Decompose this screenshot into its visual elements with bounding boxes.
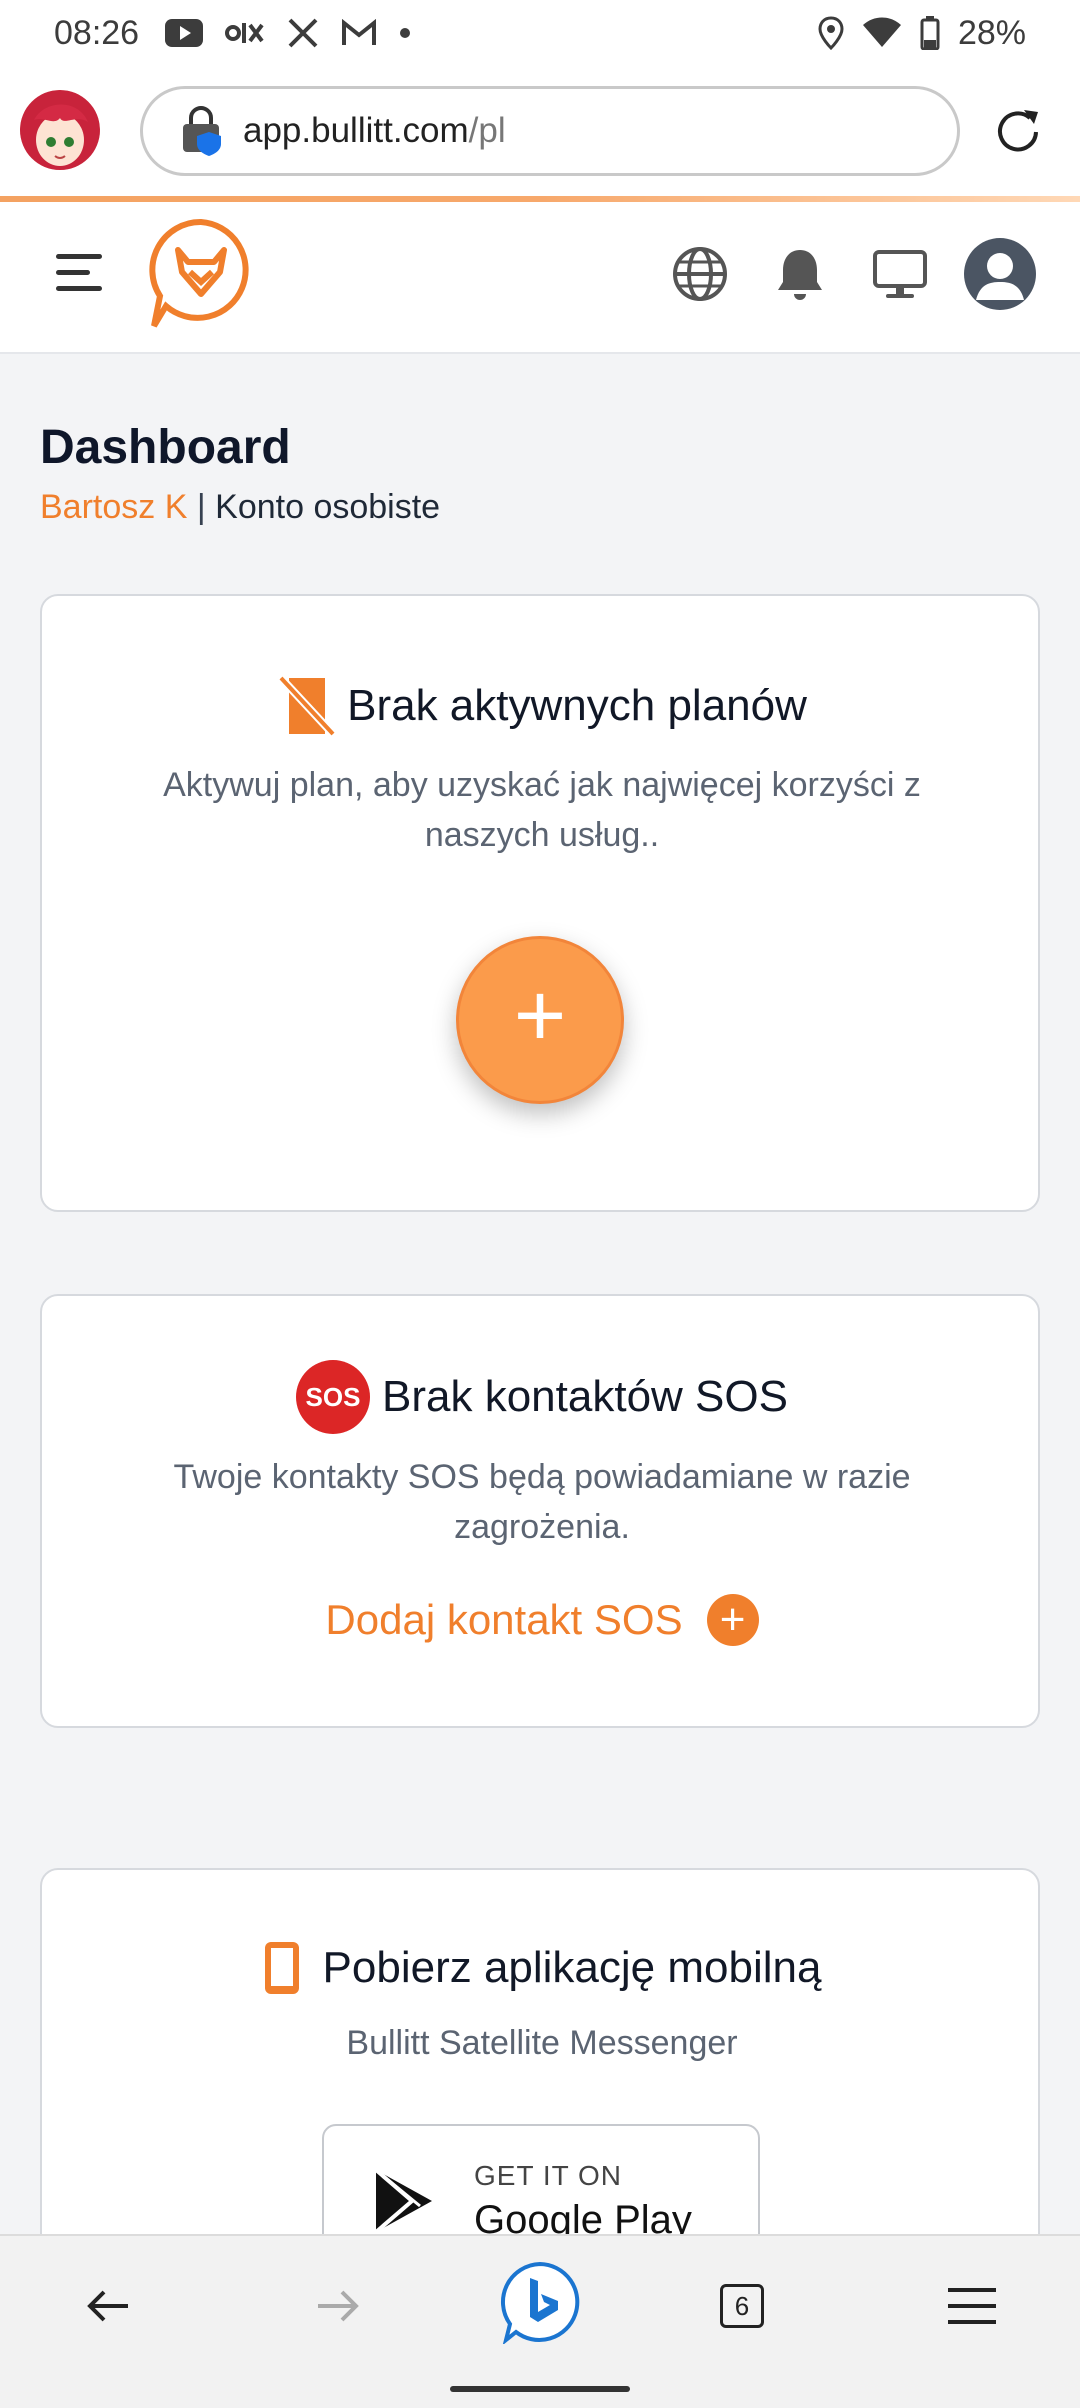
subtitle-separator: | xyxy=(196,488,206,526)
google-play-store-name: Google Play xyxy=(474,2198,692,2234)
browser-toolbar: app.bullitt.com/pl xyxy=(0,66,1080,198)
status-bar: 08:26 28% xyxy=(0,0,1080,66)
user-name[interactable]: Bartosz K xyxy=(40,488,187,526)
bullitt-logo[interactable] xyxy=(146,216,256,332)
tabs-button[interactable]: 6 xyxy=(702,2266,782,2346)
google-play-icon xyxy=(372,2166,436,2234)
add-sos-contact-label: Dodaj kontakt SOS xyxy=(325,1596,683,1643)
plans-card-title: Brak aktywnych planów xyxy=(347,681,807,730)
page-title: Dashboard xyxy=(40,421,291,474)
app-card-subtitle: Bullitt Satellite Messenger xyxy=(346,2024,738,2062)
notification-icons xyxy=(165,17,411,49)
bell-icon[interactable] xyxy=(770,244,830,304)
url-host: app.bullitt.com xyxy=(243,111,469,150)
google-play-button[interactable]: GET IT ON Google Play xyxy=(322,2124,760,2234)
olx-icon xyxy=(225,19,265,47)
browser-menu-icon[interactable] xyxy=(932,2266,1012,2346)
bing-copilot-icon[interactable] xyxy=(498,2260,582,2344)
dashboard-content: Dashboard Bartosz K | Konto osobiste Bra… xyxy=(0,354,1080,2234)
gmail-icon xyxy=(341,19,377,47)
url-text: app.bullitt.com/pl xyxy=(243,111,506,151)
profile-icon[interactable] xyxy=(964,238,1036,310)
reload-icon[interactable] xyxy=(992,106,1044,158)
sos-card-title-row: SOS Brak kontaktów SOS xyxy=(42,1360,1042,1434)
globe-icon[interactable] xyxy=(670,244,730,304)
battery-percentage: 28% xyxy=(957,13,1026,52)
menu-icon[interactable] xyxy=(56,254,102,294)
plans-card-title-row: Brak aktywnych planów xyxy=(42,674,1042,738)
dot-icon xyxy=(399,27,411,39)
account-type: Konto osobiste xyxy=(215,488,441,526)
tabs-count: 6 xyxy=(720,2284,764,2328)
url-path: /pl xyxy=(468,111,506,150)
location-icon xyxy=(818,16,844,50)
plans-card-description: Aktywuj plan, aby uzyskać jak najwięcej … xyxy=(163,766,921,854)
x-icon xyxy=(287,17,319,49)
address-bar[interactable]: app.bullitt.com/pl xyxy=(140,86,960,176)
plans-card: Brak aktywnych planów Aktywuj plan, aby … xyxy=(40,594,1040,1212)
sos-card-title: Brak kontaktów SOS xyxy=(382,1372,788,1421)
app-card-title-row: Pobierz aplikację mobilną xyxy=(42,1940,1042,1996)
wifi-icon xyxy=(862,17,902,49)
app-header xyxy=(0,202,1080,354)
google-play-small-text: GET IT ON xyxy=(474,2160,622,2191)
browser-profile-avatar[interactable] xyxy=(20,90,100,170)
sos-card-description: Twoje kontakty SOS będą powiadamiane w r… xyxy=(173,1458,911,1546)
home-indicator[interactable] xyxy=(450,2386,630,2392)
forward-arrow-icon[interactable] xyxy=(298,2266,378,2346)
sos-badge-icon: SOS xyxy=(296,1360,371,1434)
mobile-app-card: Pobierz aplikację mobilną Bullitt Satell… xyxy=(40,1868,1040,2234)
youtube-icon xyxy=(165,19,204,47)
add-plan-button[interactable]: + xyxy=(456,936,624,1104)
add-sos-contact-link[interactable]: Dodaj kontakt SOS + xyxy=(42,1594,1042,1646)
back-arrow-icon[interactable] xyxy=(68,2266,148,2346)
status-time: 08:26 xyxy=(54,13,140,52)
plus-icon: + xyxy=(513,966,567,1066)
add-circle-icon: + xyxy=(706,1594,759,1646)
battery-icon xyxy=(920,16,940,50)
site-info-icon[interactable] xyxy=(179,105,225,156)
account-subtitle: Bartosz K | Konto osobiste xyxy=(40,488,440,527)
browser-bottom-nav: 6 xyxy=(0,2234,1080,2408)
phone-icon xyxy=(263,1940,301,1996)
sos-card: SOS Brak kontaktów SOS Twoje kontakty SO… xyxy=(40,1294,1040,1728)
monitor-icon[interactable] xyxy=(870,244,930,304)
no-plan-icon xyxy=(277,674,337,738)
app-card-title: Pobierz aplikację mobilną xyxy=(322,1943,822,1992)
